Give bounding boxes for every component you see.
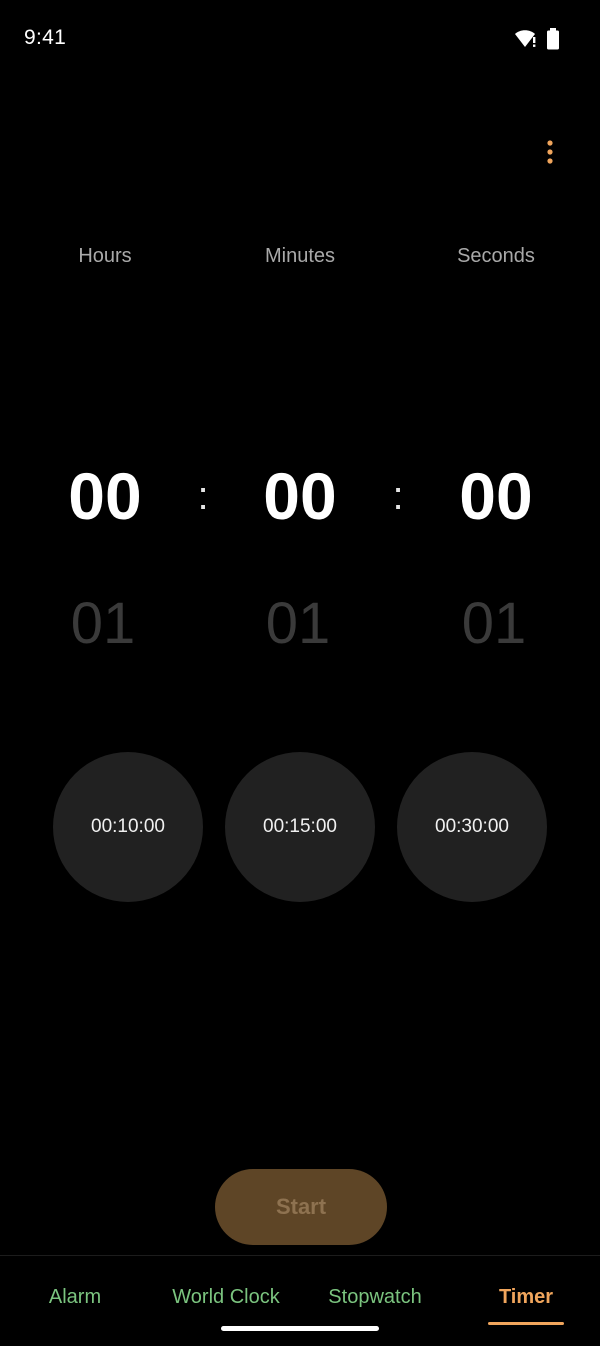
minutes-picker-current[interactable]: 00 (220, 458, 380, 534)
preset-button[interactable]: 00:30:00 (397, 752, 547, 902)
active-tab-indicator (488, 1322, 564, 1325)
status-time: 9:41 (24, 26, 67, 49)
status-bar: 9:41 (0, 0, 600, 78)
time-separator: : (197, 474, 209, 518)
bottom-nav: Alarm World Clock Stopwatch Timer (0, 1256, 600, 1346)
hours-picker-next[interactable]: 01 (23, 590, 183, 657)
tab-stopwatch[interactable]: Stopwatch (312, 1286, 438, 1309)
seconds-label: Seconds (457, 245, 535, 267)
seconds-picker-next[interactable]: 01 (414, 590, 574, 657)
hours-label: Hours (78, 245, 132, 267)
home-indicator[interactable] (221, 1326, 379, 1331)
status-icons (514, 28, 560, 55)
start-button[interactable]: Start (215, 1169, 387, 1245)
battery-icon (546, 28, 560, 55)
hours-picker-current[interactable]: 00 (25, 458, 185, 534)
more-options-button[interactable] (530, 132, 570, 176)
time-separator: : (392, 474, 404, 518)
tab-timer[interactable]: Timer (476, 1286, 576, 1309)
preset-button[interactable]: 00:15:00 (225, 752, 375, 902)
preset-button[interactable]: 00:10:00 (53, 752, 203, 902)
seconds-picker-current[interactable]: 00 (416, 458, 576, 534)
wifi-alert-icon (514, 29, 538, 54)
more-vert-icon (546, 139, 554, 169)
tab-alarm[interactable]: Alarm (15, 1286, 135, 1309)
tab-world-clock[interactable]: World Clock (160, 1286, 292, 1309)
minutes-label: Minutes (264, 245, 336, 267)
minutes-picker-next[interactable]: 01 (218, 590, 378, 657)
